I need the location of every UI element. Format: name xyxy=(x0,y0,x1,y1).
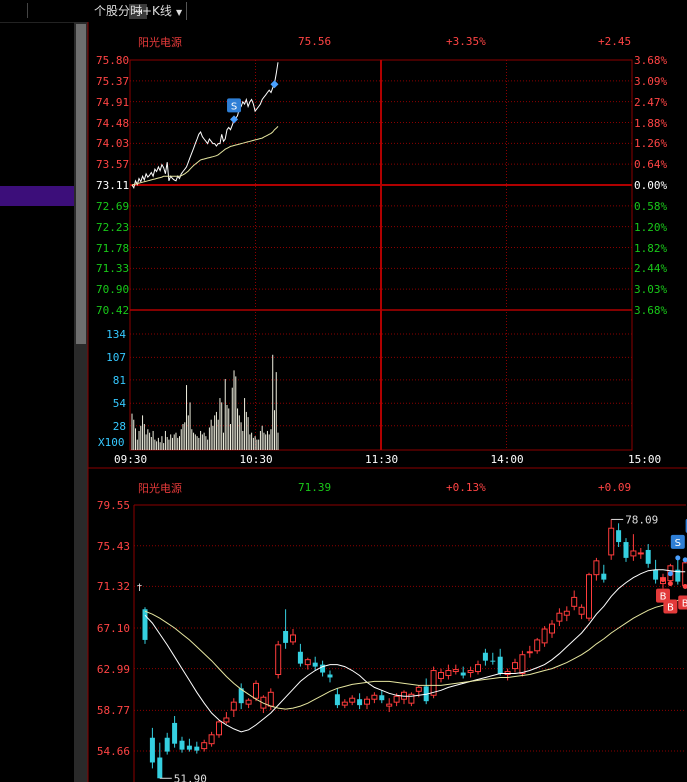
candle-body xyxy=(475,664,481,673)
candle-body xyxy=(157,757,163,779)
candle-body xyxy=(438,672,444,679)
candle-body xyxy=(460,672,466,676)
low-price-label: 51.90 xyxy=(174,772,207,782)
candle-body xyxy=(386,703,393,707)
candle-body xyxy=(371,694,378,700)
candle-body xyxy=(334,694,340,706)
candle-body xyxy=(586,574,592,619)
signal-dot-icon xyxy=(682,557,687,563)
candle-body xyxy=(512,662,518,670)
sell-marker-label: S xyxy=(675,538,681,549)
candle-body xyxy=(608,527,615,556)
candle-body xyxy=(445,670,452,676)
buy-marker-label: B xyxy=(667,603,674,614)
candle-body xyxy=(393,695,400,703)
signal-dot-icon xyxy=(667,571,673,577)
chart-canvas[interactable]: S78.0951.90BBBSS† xyxy=(0,0,687,782)
candle-body xyxy=(541,628,548,644)
candle-body xyxy=(179,740,185,750)
intraday-avg-line xyxy=(131,126,279,186)
candle-body xyxy=(164,737,170,752)
candle-body xyxy=(616,530,622,543)
candle-body xyxy=(467,670,474,674)
candle-body xyxy=(201,742,208,750)
candle-body xyxy=(186,745,192,750)
candle-body xyxy=(452,669,459,673)
kline-ma-slow-line xyxy=(144,597,686,710)
candle-body xyxy=(645,549,651,564)
candle-body xyxy=(482,652,488,661)
signal-dot-icon xyxy=(660,577,666,583)
candle-body xyxy=(519,654,526,675)
candle-body xyxy=(526,651,533,654)
candle-body xyxy=(653,569,659,580)
candle-body xyxy=(290,634,296,643)
signal-dot-icon xyxy=(667,581,673,587)
signal-dot-icon xyxy=(675,555,681,561)
candle-body xyxy=(327,674,333,678)
candle-body xyxy=(571,596,578,607)
candle-body xyxy=(208,734,215,745)
dagger-icon: † xyxy=(137,582,142,593)
candle-body xyxy=(341,701,348,706)
candle-body xyxy=(364,698,370,705)
candle-body xyxy=(637,552,644,555)
candle-body xyxy=(304,659,311,666)
candle-body xyxy=(267,691,274,707)
candle-body xyxy=(253,682,259,699)
candle-body xyxy=(172,722,178,744)
candle-body xyxy=(349,697,356,703)
candle-body xyxy=(556,612,563,622)
candle-body xyxy=(216,721,222,736)
candle-body xyxy=(283,631,289,643)
candle-body xyxy=(578,606,585,615)
sell-dot-icon xyxy=(270,80,279,89)
candle-body xyxy=(275,644,282,676)
candle-body xyxy=(415,686,422,692)
candle-body xyxy=(230,701,237,711)
candle-body xyxy=(534,639,541,652)
candle-body xyxy=(194,746,200,751)
kline-ma-fast-line xyxy=(144,569,686,733)
buy-marker-label: B xyxy=(682,599,687,610)
candle-body xyxy=(497,656,503,674)
candle-body xyxy=(245,699,252,705)
candle-body xyxy=(312,662,318,667)
candle-body xyxy=(563,610,570,616)
sell-marker-label: S xyxy=(231,101,237,112)
candle-body xyxy=(682,562,687,587)
candle-body xyxy=(593,560,600,576)
candle-body xyxy=(630,550,637,557)
candle-body xyxy=(297,651,303,664)
high-price-label: 78.09 xyxy=(625,513,658,526)
candle-body xyxy=(357,699,363,706)
candle-body xyxy=(623,542,629,558)
candle-body xyxy=(549,623,555,634)
candle-body xyxy=(490,660,496,662)
candle-body xyxy=(601,573,607,580)
candle-body xyxy=(149,737,155,763)
candle-body xyxy=(142,609,148,640)
candle-body xyxy=(379,695,385,701)
candle-body xyxy=(223,717,230,723)
